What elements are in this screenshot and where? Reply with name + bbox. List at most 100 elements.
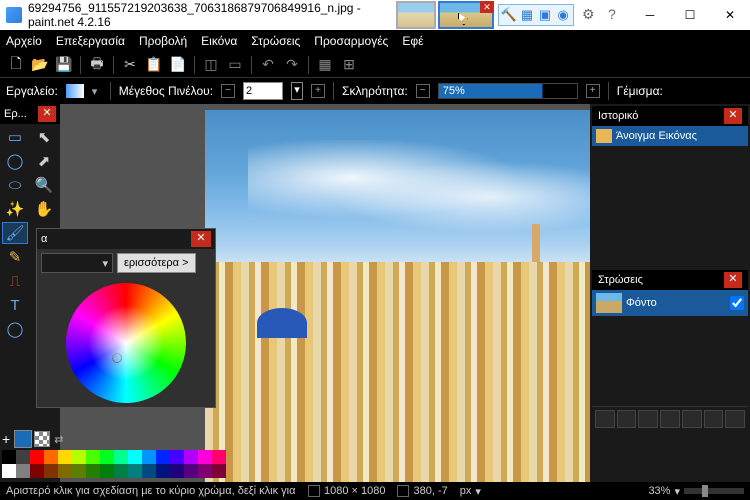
lasso-tool[interactable]: ◯: [2, 150, 28, 172]
tools-panel-icon[interactable]: 🔨: [500, 6, 518, 24]
hardness-minus-button[interactable]: −: [416, 84, 430, 98]
palette-swatch[interactable]: [2, 450, 16, 464]
layers-panel-icon[interactable]: ▣: [536, 6, 554, 24]
palette-swatch[interactable]: [2, 464, 16, 478]
history-header[interactable]: Ιστορικό ✕: [592, 106, 748, 126]
paintbrush-tool[interactable]: 🖌: [2, 222, 28, 244]
canvas[interactable]: [205, 110, 590, 482]
palette-swatch[interactable]: [72, 450, 86, 464]
deselect-icon[interactable]: ▭: [225, 55, 245, 75]
menu-edit[interactable]: Επεξεργασία: [56, 34, 125, 48]
add-swatch-icon[interactable]: +: [2, 431, 10, 447]
close-thumb-icon[interactable]: ✕: [480, 1, 494, 13]
redo-icon[interactable]: ↷: [282, 55, 302, 75]
color-wheel[interactable]: [66, 283, 186, 403]
minimize-button[interactable]: ─: [630, 0, 670, 30]
thumbnail-active[interactable]: ✕: [438, 1, 494, 29]
history-item[interactable]: Άνοιγμα Εικόνας: [592, 126, 748, 146]
palette-swatch[interactable]: [100, 450, 114, 464]
open-icon[interactable]: 📂: [30, 55, 50, 75]
color-picker-indicator[interactable]: [112, 353, 122, 363]
help-icon[interactable]: ?: [608, 6, 626, 24]
undo-icon[interactable]: ↶: [258, 55, 278, 75]
save-icon[interactable]: 💾: [54, 55, 74, 75]
merge-layer-button[interactable]: [660, 410, 680, 428]
history-panel-icon[interactable]: ▦: [518, 6, 536, 24]
palette-swatch[interactable]: [44, 450, 58, 464]
zoom-dropdown-icon[interactable]: ▾: [674, 485, 680, 498]
shapes-tool[interactable]: ◯: [2, 318, 28, 340]
new-icon[interactable]: 🗋: [6, 55, 26, 75]
menu-adjustments[interactable]: Προσαρμογές: [314, 34, 388, 48]
move-selection-tool[interactable]: ⬉: [31, 126, 57, 148]
palette-swatch[interactable]: [142, 450, 156, 464]
primary-color-dropdown[interactable]: ▾: [41, 253, 113, 273]
clone-tool[interactable]: ⎍: [2, 270, 28, 292]
ruler-icon[interactable]: ⊞: [339, 55, 359, 75]
colors-window[interactable]: α ✕ ▾ ερισσότερα >: [36, 228, 216, 408]
settings-icon[interactable]: ⚙: [582, 6, 600, 24]
delete-layer-button[interactable]: [617, 410, 637, 428]
palette-swatch[interactable]: [128, 450, 142, 464]
hardness-plus-button[interactable]: +: [586, 84, 600, 98]
colors-panel-icon[interactable]: ◉: [554, 6, 572, 24]
close-colors-icon[interactable]: ✕: [191, 231, 211, 247]
palette-swatch[interactable]: [86, 464, 100, 478]
brushsize-input[interactable]: [243, 82, 283, 100]
colors-header[interactable]: α ✕: [37, 229, 215, 249]
layer-props-button[interactable]: [725, 410, 745, 428]
menu-file[interactable]: Αρχείο: [6, 34, 42, 48]
wand-tool[interactable]: ✨: [2, 198, 28, 220]
palette-swatch[interactable]: [86, 450, 100, 464]
more-button[interactable]: ερισσότερα >: [117, 253, 196, 273]
toolbox-header[interactable]: Ερ... ✕: [0, 104, 60, 124]
thumbnail-inactive[interactable]: [396, 1, 436, 29]
close-history-icon[interactable]: ✕: [724, 108, 742, 124]
crop-icon[interactable]: ◫: [201, 55, 221, 75]
cut-icon[interactable]: ✂: [120, 55, 140, 75]
palette-swatch[interactable]: [184, 450, 198, 464]
zoom-slider[interactable]: [684, 488, 744, 494]
duplicate-layer-button[interactable]: [638, 410, 658, 428]
palette-swatch[interactable]: [114, 450, 128, 464]
secondary-color-swatch[interactable]: [34, 431, 50, 447]
palette-swatch[interactable]: [58, 464, 72, 478]
size-plus-button[interactable]: +: [311, 84, 325, 98]
palette-swatch[interactable]: [156, 464, 170, 478]
palette-swatch[interactable]: [30, 464, 44, 478]
menu-effects[interactable]: Εφέ: [402, 34, 423, 48]
close-button[interactable]: ✕: [710, 0, 750, 30]
palette-swatch[interactable]: [170, 464, 184, 478]
menu-image[interactable]: Εικόνα: [201, 34, 237, 48]
move-tool[interactable]: ⬈: [31, 150, 57, 172]
hardness-slider[interactable]: 75%: [438, 83, 578, 99]
copy-icon[interactable]: 📋: [144, 55, 164, 75]
palette-swatch[interactable]: [58, 450, 72, 464]
grid-icon[interactable]: ▦: [315, 55, 335, 75]
palette-swatch[interactable]: [16, 464, 30, 478]
palette-swatch[interactable]: [100, 464, 114, 478]
rect-select-tool[interactable]: ▭: [2, 126, 28, 148]
close-toolbox-icon[interactable]: ✕: [38, 106, 56, 122]
palette-swatch[interactable]: [198, 464, 212, 478]
palette-swatch[interactable]: [170, 450, 184, 464]
maximize-button[interactable]: ☐: [670, 0, 710, 30]
unit-dropdown-icon[interactable]: ▾: [475, 485, 481, 498]
ellipse-select-tool[interactable]: ⬭: [2, 174, 28, 196]
layer-visible-checkbox[interactable]: [730, 296, 744, 310]
layer-row[interactable]: Φόντο: [592, 290, 748, 316]
palette-swatch[interactable]: [198, 450, 212, 464]
palette-swatch[interactable]: [212, 464, 226, 478]
palette-swatch[interactable]: [16, 450, 30, 464]
palette-swatch[interactable]: [114, 464, 128, 478]
print-icon[interactable]: 🖶: [87, 55, 107, 75]
palette-swatch[interactable]: [44, 464, 58, 478]
brushsize-dropdown[interactable]: ▾: [291, 82, 303, 100]
primary-color-swatch[interactable]: [14, 430, 32, 448]
text-tool[interactable]: T: [2, 294, 28, 316]
palette-swatch[interactable]: [72, 464, 86, 478]
layer-down-button[interactable]: [704, 410, 724, 428]
pencil-tool[interactable]: ✎: [2, 246, 28, 268]
menu-view[interactable]: Προβολή: [139, 34, 187, 48]
zoom-tool[interactable]: 🔍: [31, 174, 57, 196]
